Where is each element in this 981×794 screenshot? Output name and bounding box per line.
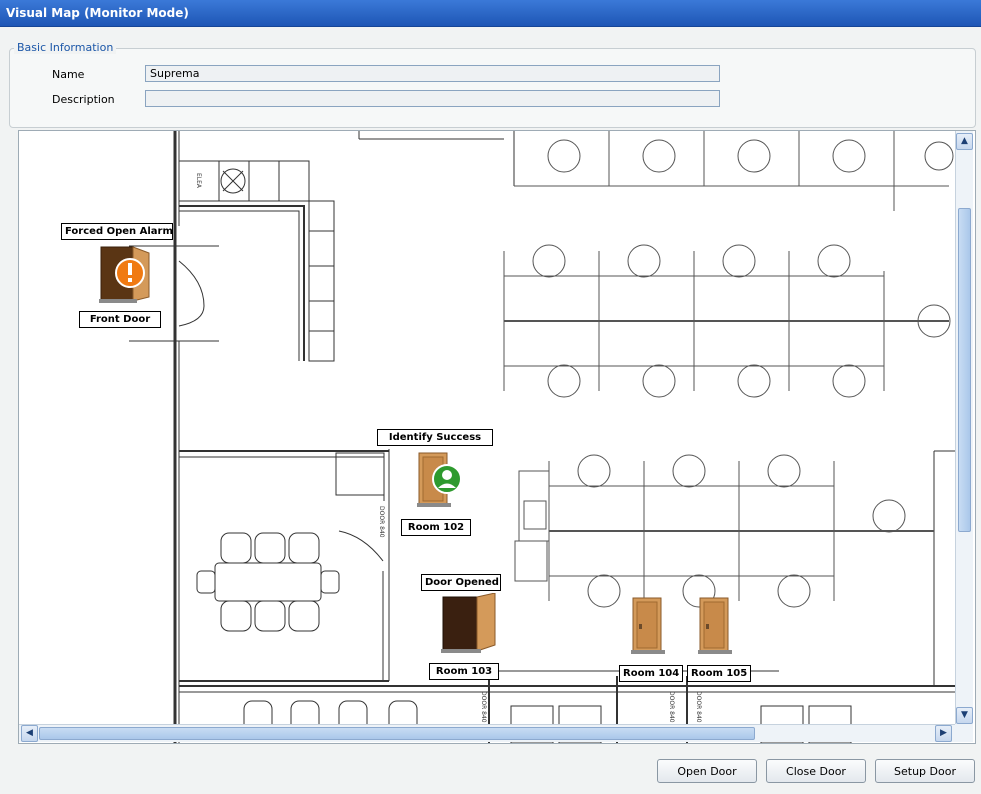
open-door-button[interactable]: Open Door	[657, 759, 757, 783]
visual-map-canvas[interactable]: DOOR 840 DOOR 840 DOOR 840 DOOR 840 ELEA…	[18, 130, 976, 744]
scroll-up-icon[interactable]: ▲	[956, 133, 973, 150]
vertical-scroll-thumb[interactable]	[958, 208, 971, 532]
name-label: Name	[52, 68, 85, 81]
door-open-icon[interactable]	[441, 592, 499, 658]
door-status-room-103: Door Opened	[421, 574, 501, 591]
door-tag-102: DOOR 840	[378, 506, 385, 538]
alarm-icon[interactable]	[99, 243, 151, 308]
close-door-button[interactable]: Close Door	[766, 759, 866, 783]
door-label-room-105: Room 105	[687, 665, 751, 682]
door-label-room-104: Room 104	[619, 665, 683, 682]
door-tag-103: DOOR 840	[480, 691, 487, 723]
door-label-room-103: Room 103	[429, 663, 499, 680]
setup-door-button[interactable]: Setup Door	[875, 759, 975, 783]
group-legend: Basic Information	[14, 41, 117, 54]
door-status-front: Forced Open Alarm	[61, 223, 173, 240]
name-field[interactable]: Suprema	[145, 65, 720, 82]
utility-tag: ELEA	[195, 173, 202, 189]
scroll-down-icon[interactable]: ▼	[956, 707, 973, 724]
door-tag-105: DOOR 840	[695, 691, 702, 723]
door-closed-icon[interactable]	[629, 596, 669, 661]
description-field[interactable]	[145, 90, 720, 107]
door-label-front: Front Door	[79, 311, 161, 328]
window-title: Visual Map (Monitor Mode)	[6, 6, 189, 20]
user-ok-icon[interactable]	[415, 451, 465, 514]
scroll-right-icon[interactable]: ▶	[935, 725, 952, 742]
vertical-scrollbar[interactable]: ▲ ▼	[955, 131, 973, 725]
horizontal-scrollbar[interactable]: ◀ ▶	[19, 724, 955, 742]
title-bar: Visual Map (Monitor Mode)	[0, 0, 981, 27]
description-label: Description	[52, 93, 115, 106]
door-closed-icon[interactable]	[696, 596, 736, 661]
door-label-room-102: Room 102	[401, 519, 471, 536]
horizontal-scroll-thumb[interactable]	[39, 727, 755, 740]
scrollbar-corner	[955, 724, 973, 742]
door-tag-104: DOOR 840	[668, 691, 675, 723]
scroll-left-icon[interactable]: ◀	[21, 725, 38, 742]
door-status-room-102: Identify Success	[377, 429, 493, 446]
basic-information-group	[9, 48, 976, 128]
